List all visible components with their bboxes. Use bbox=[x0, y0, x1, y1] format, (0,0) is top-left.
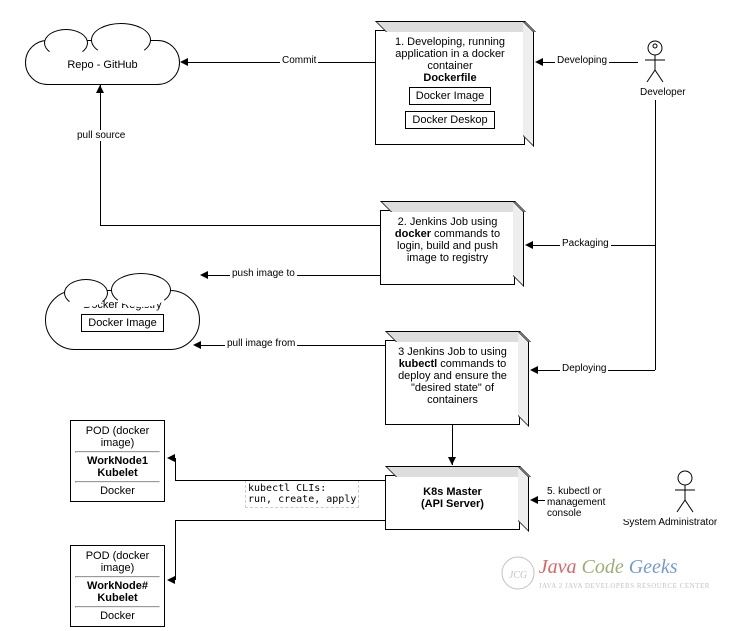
worknode1-box: POD (docker image) WorkNode1 Kubelet Doc… bbox=[70, 420, 165, 502]
node2-docker: Docker bbox=[100, 610, 135, 622]
label-developing: Developing bbox=[555, 55, 609, 66]
arrow-master-node2-v bbox=[175, 520, 176, 580]
worknode2-box: POD (docker image) WorkNode# Kubelet Doc… bbox=[70, 545, 165, 627]
label-deploying: Deploying bbox=[560, 363, 608, 374]
node1-docker: Docker bbox=[100, 485, 135, 497]
step1-inner1: Docker Image bbox=[409, 87, 491, 105]
kubectl-note: kubectl CLIs: run, create, apply bbox=[245, 480, 359, 508]
arrowhead-pushimage bbox=[200, 271, 208, 279]
sysadmin-actor: System Administrator bbox=[640, 470, 730, 528]
step1-box: 1. Developing, running application in a … bbox=[375, 30, 525, 145]
label-kubectl: 5. kubectl or management console bbox=[545, 486, 640, 519]
docker-registry-cloud: Docker Registry Docker Image bbox=[45, 290, 200, 350]
label-pullimage: pull image from bbox=[225, 338, 297, 349]
node1-pod: POD (docker image) bbox=[86, 425, 150, 449]
arrow-master-node1-v bbox=[175, 458, 176, 480]
step1-bold: Dockerfile bbox=[423, 72, 476, 84]
arrow-pullsource-v bbox=[100, 85, 101, 225]
step3-bold: kubectl bbox=[399, 358, 438, 370]
arrowhead-master-node2 bbox=[167, 576, 175, 584]
arrow-deploying-v bbox=[655, 245, 656, 370]
docker-registry-title: Docker Registry bbox=[83, 299, 161, 311]
arrowhead-step3-master bbox=[448, 457, 456, 465]
step2-bold: docker bbox=[395, 228, 431, 240]
svg-text:JCG: JCG bbox=[509, 570, 527, 581]
arrowhead-master-node1 bbox=[167, 454, 175, 462]
repo-cloud: Repo - GitHub bbox=[25, 40, 180, 85]
step2-text1: 2. Jenkins Job using bbox=[398, 216, 498, 228]
label-pullsource: pull source bbox=[75, 130, 127, 141]
note-line2: run, create, apply bbox=[248, 494, 356, 505]
arrowhead-packaging bbox=[525, 241, 533, 249]
arrowhead-developing bbox=[535, 58, 543, 66]
note-line1: kubectl CLIs: bbox=[248, 483, 326, 494]
arrowhead-deploying bbox=[530, 366, 538, 374]
node2-pod: POD (docker image) bbox=[86, 550, 150, 574]
arrowhead-commit bbox=[180, 58, 188, 66]
arrowhead-pullsource bbox=[96, 85, 104, 93]
developer-actor: Developer bbox=[640, 40, 670, 98]
step3-box: 3 Jenkins Job to using kubectl commands … bbox=[385, 340, 520, 425]
node2-bold: WorkNode# Kubelet bbox=[87, 580, 148, 604]
step2-box: 2. Jenkins Job using docker commands to … bbox=[380, 210, 515, 285]
label-commit: Commit bbox=[280, 55, 318, 66]
watermark-tagline: JAVA 2 JAVA DEVELOPERS RESOURCE CENTER bbox=[539, 582, 710, 590]
master-subtitle: (API Server) bbox=[421, 498, 484, 510]
arrow-packaging-v bbox=[655, 100, 656, 245]
arrow-master-node1-h bbox=[175, 480, 385, 481]
repo-title: Repo - GitHub bbox=[67, 59, 137, 71]
node1-bold: WorkNode1 Kubelet bbox=[87, 455, 148, 479]
step3-text1: 3 Jenkins Job to using bbox=[398, 346, 507, 358]
docker-registry-image: Docker Image bbox=[81, 314, 163, 332]
watermark: JCG Java Code Geeks JAVA 2 JAVA DEVELOPE… bbox=[500, 555, 710, 591]
step1-inner2: Docker Deskop bbox=[405, 111, 494, 129]
arrowhead-kubectl bbox=[530, 496, 538, 504]
jcg-logo-icon: JCG bbox=[500, 555, 536, 591]
label-packaging: Packaging bbox=[560, 238, 611, 249]
developer-label: Developer bbox=[640, 87, 670, 98]
master-title: K8s Master bbox=[423, 486, 482, 498]
person-icon bbox=[670, 470, 700, 515]
step1-text: 1. Developing, running application in a … bbox=[395, 36, 505, 72]
k8s-master-box: K8s Master (API Server) bbox=[385, 475, 520, 530]
arrow-master-node2-h bbox=[175, 520, 385, 521]
person-icon bbox=[640, 40, 670, 85]
label-pushimage: push image to bbox=[230, 268, 297, 279]
arrowhead-pullimage bbox=[193, 341, 201, 349]
arrow-pullsource-h bbox=[100, 225, 380, 226]
